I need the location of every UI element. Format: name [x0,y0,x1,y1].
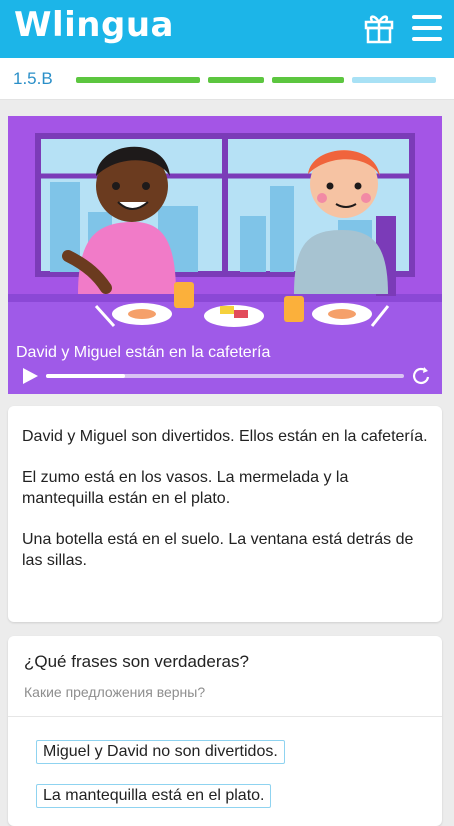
question-card: ¿Qué frases son verdaderas? Какие предло… [8,636,442,826]
progress-segment-2 [208,77,264,83]
hamburger-menu-icon[interactable] [412,15,442,41]
question-translation: Какие предложения верны? [24,684,206,700]
reading-paragraph: El zumo está en los vasos. La mermelada … [22,469,349,507]
progress-segment-3 [272,77,344,83]
video-progress-fill [46,374,125,378]
answer-option[interactable]: La mantequilla está en el plato. [36,784,272,808]
app-logo[interactable]: Wlingua [14,5,174,45]
play-icon[interactable] [20,366,40,386]
answer-option[interactable]: Miguel y David no son divertidos. [36,740,285,764]
video-caption: David y Miguel están en la cafetería [16,344,271,361]
divider [8,716,442,717]
question-title: ¿Qué frases son verdaderas? [24,652,249,671]
lesson-code: 1.5.B [13,69,53,88]
reading-card: David y Miguel son divertidos. Ellos est… [8,406,442,622]
progress-segment-4 [352,77,436,83]
lesson-progress-bar: 1.5.B [0,58,454,100]
reading-paragraph: David y Miguel son divertidos. Ellos est… [22,428,428,445]
replay-icon[interactable] [410,365,432,387]
top-bar: Wlingua [0,0,454,58]
video-player[interactable]: David y Miguel están en la cafetería [8,116,442,394]
progress-segment-1 [76,77,200,83]
video-seek-bar[interactable] [46,374,404,378]
reading-paragraph: Una botella está en el suelo. La ventana… [22,531,414,569]
gift-icon[interactable] [364,12,394,44]
